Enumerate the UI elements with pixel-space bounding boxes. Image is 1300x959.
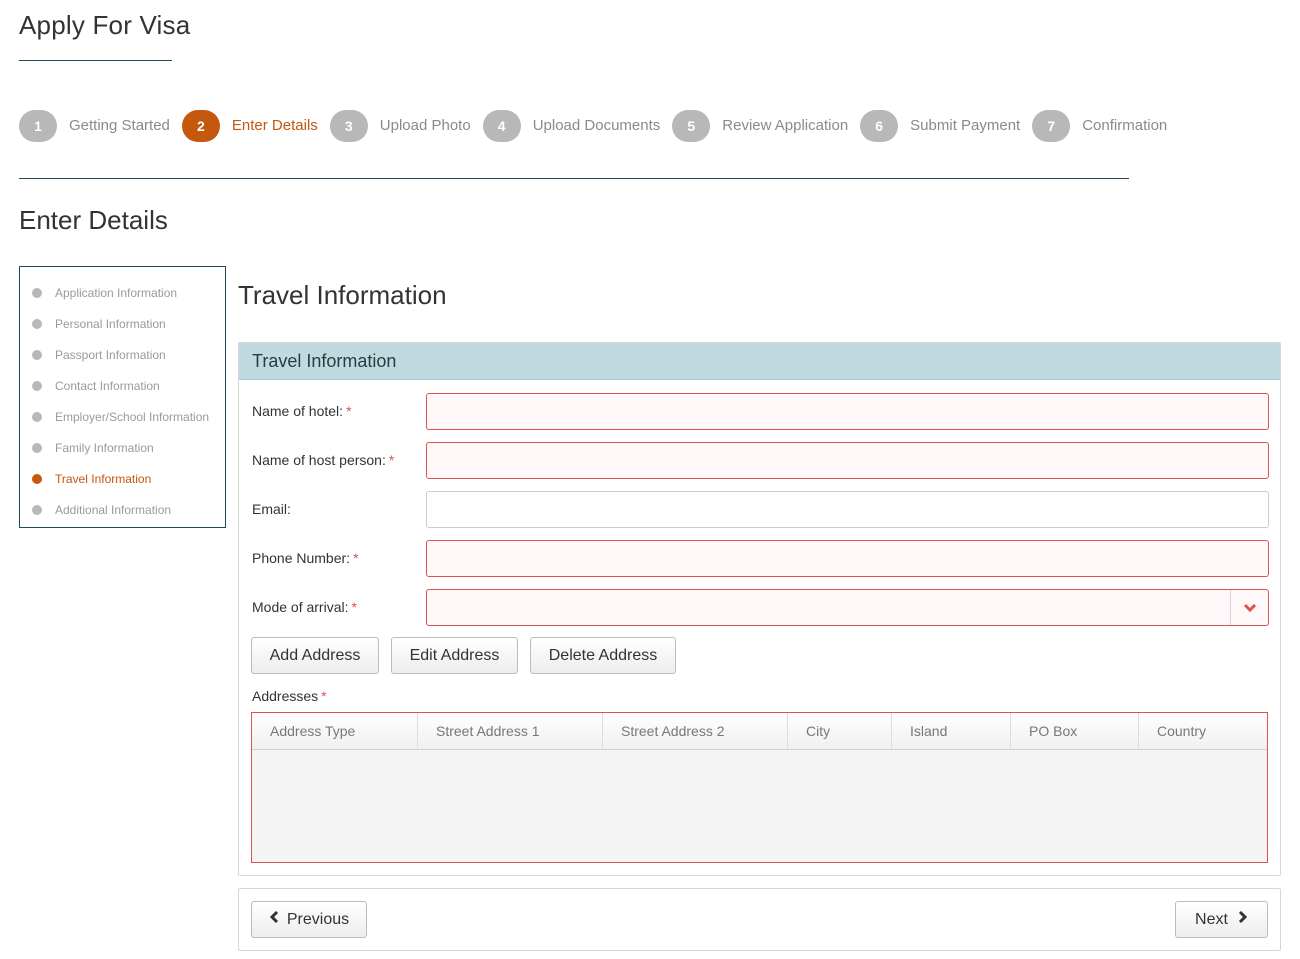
bullet-icon — [32, 349, 42, 360]
step-label: Review Application — [722, 117, 849, 134]
phone-label: Phone Number: * — [252, 550, 359, 566]
step-upload-documents[interactable]: 4 Upload Documents — [482, 109, 661, 142]
sidebar-item-label: Passport Information — [55, 347, 166, 362]
column-street-address-2[interactable]: Street Address 2 — [603, 713, 788, 750]
column-city[interactable]: City — [788, 713, 892, 750]
required-marker: * — [388, 452, 395, 468]
chevron-down-icon[interactable] — [1230, 590, 1268, 625]
step-number: 4 — [482, 109, 521, 142]
sidebar-item-label: Travel Information — [55, 471, 152, 486]
step-number: 6 — [860, 109, 899, 142]
step-getting-started[interactable]: 1 Getting Started — [19, 109, 170, 142]
sidebar-item-contact-information[interactable]: Contact Information — [20, 370, 225, 401]
addresses-table: Address Type Street Address 1 Street Add… — [251, 712, 1268, 863]
chevron-right-icon — [1238, 910, 1248, 929]
sidebar-item-label: Additional Information — [55, 502, 172, 517]
column-country[interactable]: Country — [1139, 713, 1267, 750]
sidebar-item-label: Application Information — [55, 285, 178, 300]
step-number: 3 — [329, 109, 368, 142]
required-marker: * — [353, 550, 359, 566]
sidebar-item-label: Personal Information — [55, 316, 166, 331]
title-underline — [19, 60, 172, 61]
column-po-box[interactable]: PO Box — [1011, 713, 1139, 750]
required-marker: * — [351, 599, 357, 615]
page-title: Apply For Visa — [19, 10, 191, 40]
phone-number-input[interactable] — [426, 540, 1269, 577]
column-street-address-1[interactable]: Street Address 1 — [418, 713, 603, 750]
step-review-application[interactable]: 5 Review Application — [672, 109, 849, 142]
previous-label: Previous — [286, 910, 350, 928]
column-island[interactable]: Island — [892, 713, 1011, 750]
step-label: Confirmation — [1082, 117, 1168, 134]
sidebar-item-label: Employer/School Information — [55, 409, 210, 424]
next-label: Next — [1195, 910, 1228, 928]
mode-of-arrival-select[interactable] — [426, 589, 1269, 626]
step-submit-payment[interactable]: 6 Submit Payment — [860, 109, 1021, 142]
travel-information-panel: Travel Information Name of hotel: * Name … — [238, 342, 1281, 876]
host-label: Name of host person: * — [252, 452, 395, 468]
required-marker: * — [346, 403, 352, 419]
wizard-steps: 1 Getting Started 2 Enter Details 3 Uplo… — [19, 109, 1179, 142]
step-number: 1 — [19, 109, 57, 142]
section-title: Enter Details — [19, 205, 168, 235]
email-row: Email: — [252, 491, 1269, 529]
phone-row: Phone Number: * — [252, 540, 1269, 578]
bullet-icon — [32, 287, 42, 298]
sidebar-nav: Application Information Personal Informa… — [19, 266, 226, 528]
sidebar-item-label: Family Information — [55, 440, 154, 455]
table-body — [252, 750, 1267, 862]
sidebar-item-personal-information[interactable]: Personal Information — [20, 308, 225, 339]
bullet-icon — [32, 411, 42, 422]
step-upload-photo[interactable]: 3 Upload Photo — [329, 109, 471, 142]
edit-address-button[interactable]: Edit Address — [391, 637, 518, 674]
next-button[interactable]: Next — [1175, 901, 1268, 938]
host-person-input[interactable] — [426, 442, 1269, 479]
bullet-icon — [32, 380, 42, 391]
email-field[interactable] — [426, 491, 1269, 528]
sidebar-item-application-information[interactable]: Application Information — [20, 277, 225, 308]
add-address-button[interactable]: Add Address — [251, 637, 379, 674]
step-label: Submit Payment — [910, 117, 1021, 134]
hotel-label: Name of hotel: * — [252, 403, 352, 419]
step-enter-details[interactable]: 2 Enter Details — [181, 109, 318, 142]
delete-address-button[interactable]: Delete Address — [530, 637, 676, 674]
chevron-left-icon — [269, 910, 279, 929]
bullet-icon — [32, 473, 42, 484]
step-number: 5 — [672, 109, 711, 142]
sidebar-item-travel-information[interactable]: Travel Information — [20, 463, 225, 494]
step-label: Upload Documents — [532, 117, 661, 134]
step-label: Enter Details — [231, 117, 318, 134]
sidebar-item-passport-information[interactable]: Passport Information — [20, 339, 225, 370]
steps-divider — [19, 178, 1129, 179]
addresses-label: Addresses * — [252, 688, 327, 704]
content-heading: Travel Information — [238, 280, 447, 310]
required-marker: * — [321, 688, 327, 704]
previous-button[interactable]: Previous — [251, 901, 367, 938]
step-label: Getting Started — [69, 117, 170, 134]
step-number: 2 — [181, 109, 220, 142]
hotel-name-input[interactable] — [426, 393, 1269, 430]
arrival-label: Mode of arrival: * — [252, 599, 357, 615]
bullet-icon — [32, 504, 42, 515]
bullet-icon — [32, 318, 42, 329]
table-header: Address Type Street Address 1 Street Add… — [252, 713, 1267, 750]
arrival-row: Mode of arrival: * — [252, 589, 1269, 627]
step-number: 7 — [1032, 109, 1071, 142]
step-label: Upload Photo — [379, 117, 471, 134]
sidebar-item-family-information[interactable]: Family Information — [20, 432, 225, 463]
panel-title: Travel Information — [239, 343, 1280, 380]
hotel-row: Name of hotel: * — [252, 393, 1269, 431]
column-address-type[interactable]: Address Type — [252, 713, 418, 750]
sidebar-item-additional-information[interactable]: Additional Information — [20, 494, 225, 525]
email-label: Email: — [252, 501, 291, 517]
sidebar-item-label: Contact Information — [55, 378, 160, 393]
bullet-icon — [32, 442, 42, 453]
sidebar-item-employer-school-information[interactable]: Employer/School Information — [20, 401, 225, 432]
host-row: Name of host person: * — [252, 442, 1269, 480]
step-confirmation[interactable]: 7 Confirmation — [1032, 109, 1168, 142]
navigation-footer: Previous Next — [238, 888, 1281, 951]
